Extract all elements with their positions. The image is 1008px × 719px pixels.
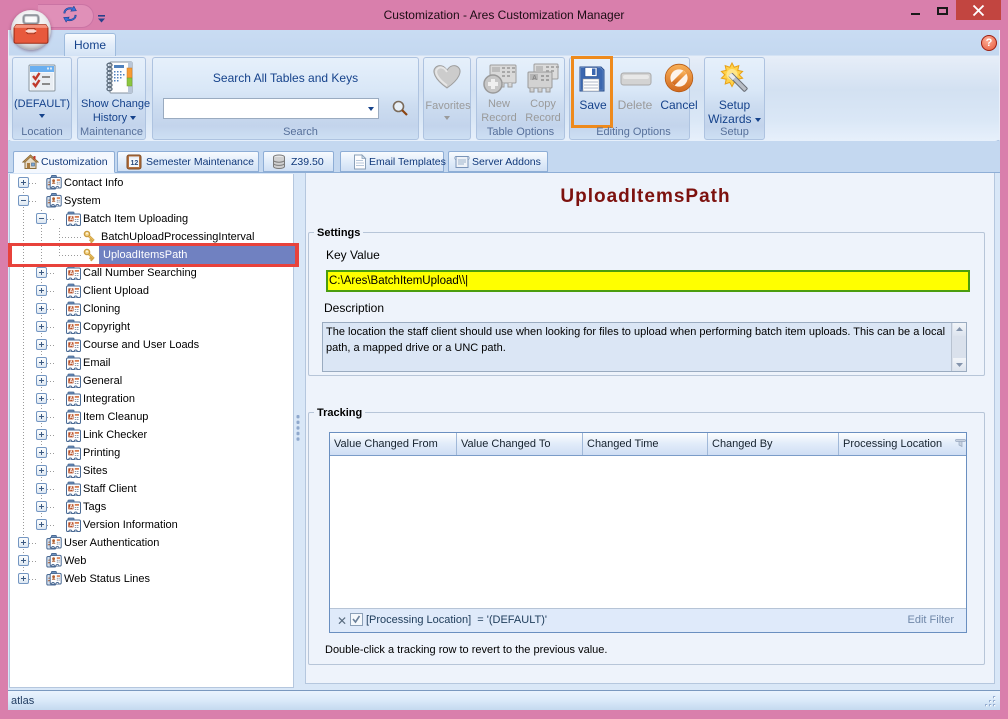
svg-text:A: A <box>69 307 73 313</box>
svg-text:A: A <box>69 379 73 385</box>
svg-text:A: A <box>69 469 73 475</box>
svg-text:A: A <box>69 271 73 277</box>
svg-text:A: A <box>69 487 73 493</box>
svg-text:A: A <box>69 451 73 457</box>
svg-text:12: 12 <box>131 160 139 167</box>
svg-text:A: A <box>532 75 537 82</box>
svg-text:A: A <box>69 505 73 511</box>
svg-text:A: A <box>69 433 73 439</box>
svg-text:A: A <box>69 325 73 331</box>
svg-text:A: A <box>69 217 73 223</box>
svg-text:A: A <box>69 361 73 367</box>
svg-text:A: A <box>69 523 73 529</box>
svg-text:A: A <box>69 343 73 349</box>
svg-text:A: A <box>69 415 73 421</box>
svg-text:A: A <box>69 289 73 295</box>
svg-text:A: A <box>69 397 73 403</box>
